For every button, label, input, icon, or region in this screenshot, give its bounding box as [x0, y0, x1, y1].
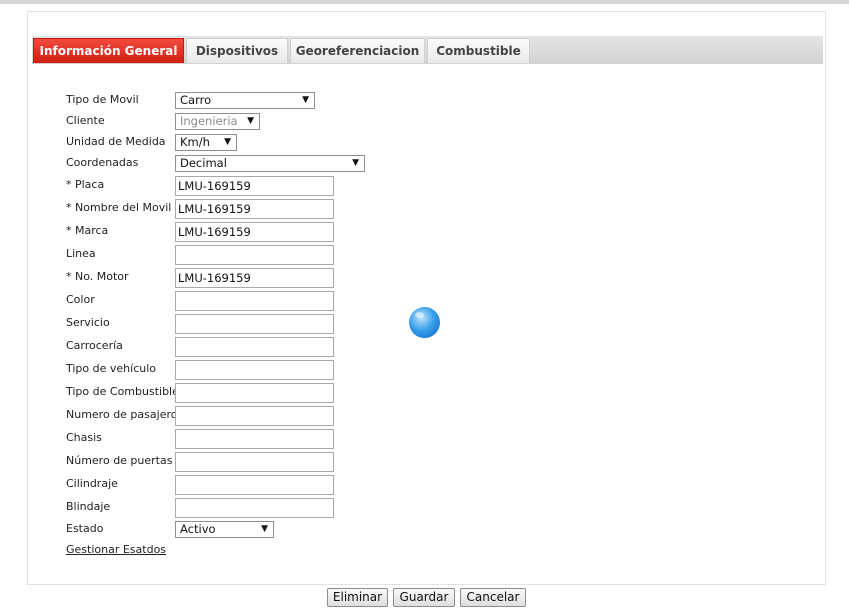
linea-input[interactable] — [175, 245, 334, 265]
tipo-movil-label: Tipo de Movil — [66, 93, 139, 106]
estado-select[interactable]: Activo ▼ — [175, 521, 274, 538]
placa-input[interactable]: LMU-169159 — [175, 176, 334, 196]
chevron-down-icon: ▼ — [247, 116, 254, 126]
marca-input[interactable]: LMU-169159 — [175, 222, 334, 242]
unidad-medida-select[interactable]: Km/h ▼ — [175, 134, 237, 151]
nombre-movil-label: * Nombre del Movil — [66, 201, 172, 214]
color-label: Color — [66, 293, 95, 306]
estado-value: Activo — [180, 522, 216, 536]
blindaje-label: Blindaje — [66, 500, 111, 513]
form-panel — [27, 11, 826, 585]
guardar-button[interactable]: Guardar — [393, 588, 455, 607]
tipo-vehiculo-input[interactable] — [175, 360, 334, 380]
no-motor-input[interactable]: LMU-169159 — [175, 268, 334, 288]
chevron-down-icon: ▼ — [224, 137, 231, 147]
carroceria-input[interactable] — [175, 337, 334, 357]
tipo-vehiculo-label: Tipo de vehículo — [66, 362, 157, 375]
top-border — [0, 0, 849, 4]
numero-pasajeros-label: Numero de pasajeros — [66, 408, 184, 421]
servicio-input[interactable] — [175, 314, 334, 334]
servicio-label: Servicio — [66, 316, 110, 329]
color-input[interactable] — [175, 291, 334, 311]
numero-puertas-input[interactable] — [175, 452, 334, 472]
cliente-select[interactable]: Ingenieria ▼ — [175, 113, 260, 130]
coordenadas-value: Decimal — [180, 156, 227, 170]
nombre-movil-input[interactable]: LMU-169159 — [175, 199, 334, 219]
chevron-down-icon: ▼ — [352, 158, 359, 168]
chasis-label: Chasis — [66, 431, 102, 444]
tipo-movil-select[interactable]: Carro ▼ — [175, 92, 315, 109]
chevron-down-icon: ▼ — [302, 95, 309, 105]
tab-georeferenciacion[interactable]: Georeferenciacion — [290, 38, 425, 63]
coordenadas-select[interactable]: Decimal ▼ — [175, 155, 365, 172]
cilindraje-label: Cilindraje — [66, 477, 118, 490]
cliente-value: Ingenieria — [180, 114, 238, 128]
linea-label: Linea — [66, 247, 96, 260]
tab-dispositivos[interactable]: Dispositivos — [186, 38, 288, 63]
carroceria-label: Carrocería — [66, 339, 123, 352]
cancelar-button[interactable]: Cancelar — [460, 588, 526, 607]
marca-label: * Marca — [66, 224, 109, 237]
unidad-medida-label: Unidad de Medida — [66, 135, 166, 148]
coordenadas-label: Coordenadas — [66, 156, 139, 169]
cilindraje-input[interactable] — [175, 475, 334, 495]
tipo-movil-value: Carro — [180, 93, 212, 107]
no-motor-label: * No. Motor — [66, 270, 129, 283]
blindaje-input[interactable] — [175, 498, 334, 518]
tab-informacion-general[interactable]: Información General — [33, 38, 184, 63]
unidad-medida-value: Km/h — [180, 135, 210, 149]
numero-puertas-label: Número de puertas — [66, 454, 173, 467]
cliente-label: Cliente — [66, 114, 105, 127]
chasis-input[interactable] — [175, 429, 334, 449]
placa-label: * Placa — [66, 178, 105, 191]
loading-globe-icon — [409, 307, 440, 338]
numero-pasajeros-input[interactable] — [175, 406, 334, 426]
tipo-combustible-input[interactable] — [175, 383, 334, 403]
tab-combustible[interactable]: Combustible — [427, 38, 530, 63]
tipo-combustible-label: Tipo de Combustible — [66, 385, 179, 398]
chevron-down-icon: ▼ — [261, 524, 268, 534]
gestionar-estados-link[interactable]: Gestionar Esatdos — [66, 543, 166, 556]
estado-label: Estado — [66, 522, 104, 535]
eliminar-button[interactable]: Eliminar — [327, 588, 388, 607]
